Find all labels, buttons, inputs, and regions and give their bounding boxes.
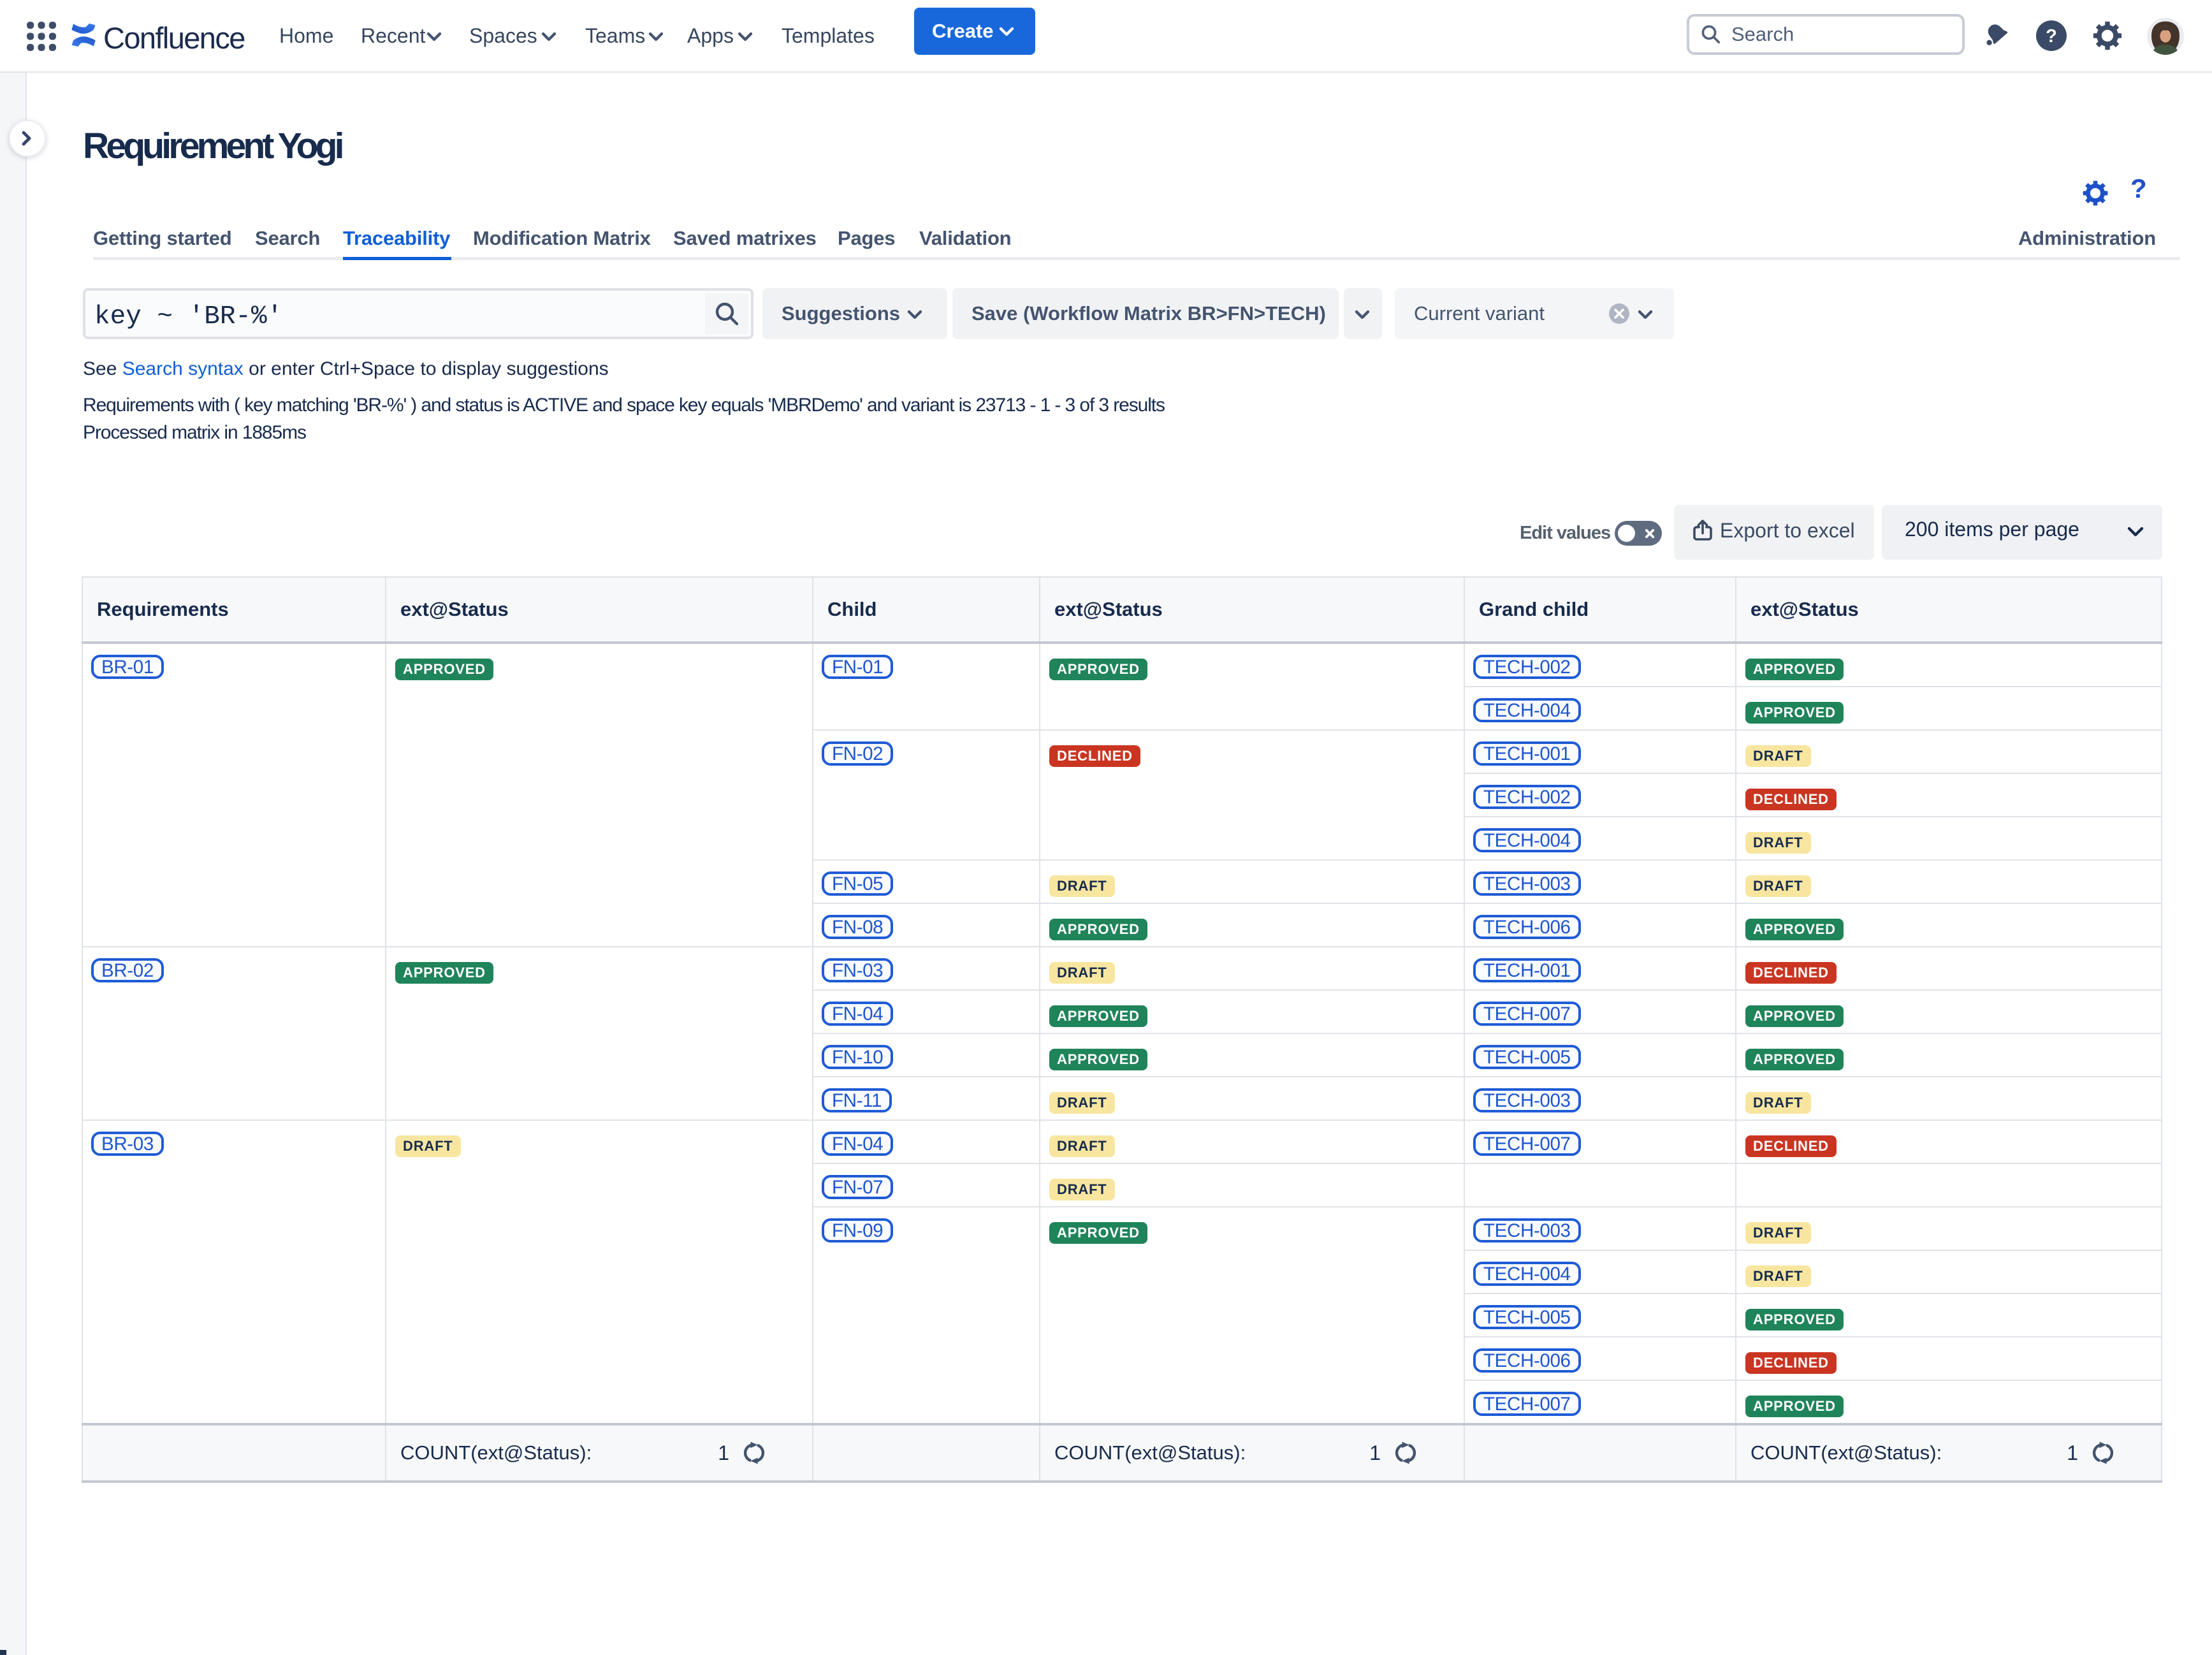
- svg-text:?: ?: [2046, 26, 2057, 47]
